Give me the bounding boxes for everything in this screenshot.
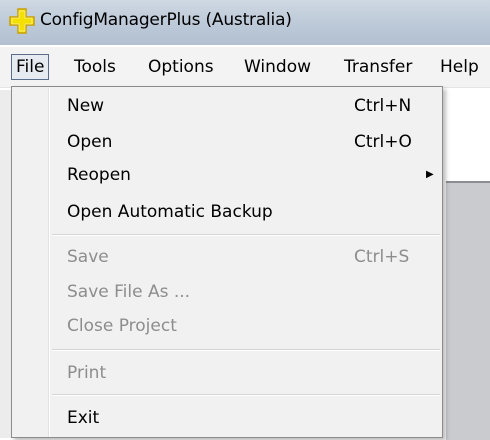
menu-bar: File Tools Options Window Transfer Help bbox=[0, 47, 490, 88]
menu-transfer[interactable]: Transfer bbox=[340, 54, 416, 80]
menu-item-label: Open Automatic Backup bbox=[67, 202, 273, 222]
menu-tools[interactable]: Tools bbox=[70, 54, 120, 80]
menu-item-close-project[interactable]: Close Project bbox=[52, 311, 440, 341]
menu-item-label: Save bbox=[67, 247, 109, 267]
menu-icon-gutter bbox=[48, 88, 50, 437]
menu-item-save[interactable]: Save Ctrl+S bbox=[52, 242, 440, 272]
menu-item-shortcut: Ctrl+S bbox=[354, 247, 410, 267]
menu-item-new[interactable]: New Ctrl+N bbox=[52, 91, 440, 121]
background-panel bbox=[0, 90, 11, 438]
background-mdi-area bbox=[446, 181, 490, 440]
title-bar: ConfigManagerPlus (Australia) bbox=[0, 0, 490, 45]
menu-separator bbox=[52, 234, 440, 236]
menu-item-exit[interactable]: Exit bbox=[52, 403, 440, 433]
menu-item-label: New bbox=[67, 96, 105, 116]
menu-item-shortcut: Ctrl+O bbox=[354, 132, 412, 152]
menu-item-label: Close Project bbox=[67, 316, 177, 336]
submenu-arrow-icon: ▶ bbox=[426, 169, 434, 180]
menu-item-label: Reopen bbox=[67, 165, 131, 185]
menu-item-shortcut: Ctrl+N bbox=[354, 96, 412, 116]
menu-separator bbox=[52, 394, 440, 396]
menu-item-open-automatic-backup[interactable]: Open Automatic Backup bbox=[52, 197, 440, 227]
menu-window[interactable]: Window bbox=[240, 54, 315, 80]
menu-item-label: Save File As ... bbox=[67, 282, 191, 302]
menu-item-label: Exit bbox=[67, 408, 100, 428]
menu-item-label: Open bbox=[67, 132, 113, 152]
menu-item-save-file-as[interactable]: Save File As ... bbox=[52, 277, 440, 307]
menu-separator bbox=[52, 349, 440, 351]
file-menu-dropdown: New Ctrl+N Open Ctrl+O Reopen ▶ Open Aut… bbox=[11, 86, 443, 438]
menu-options[interactable]: Options bbox=[144, 54, 218, 80]
menu-item-label: Print bbox=[67, 363, 107, 383]
menu-file[interactable]: File bbox=[11, 54, 50, 80]
window-title: ConfigManagerPlus (Australia) bbox=[40, 10, 292, 30]
menu-item-print[interactable]: Print bbox=[52, 358, 440, 388]
yellow-plus-icon bbox=[9, 8, 35, 34]
menu-item-reopen[interactable]: Reopen ▶ bbox=[52, 160, 440, 190]
menu-help[interactable]: Help bbox=[436, 54, 483, 80]
menu-item-open[interactable]: Open Ctrl+O bbox=[52, 127, 440, 157]
